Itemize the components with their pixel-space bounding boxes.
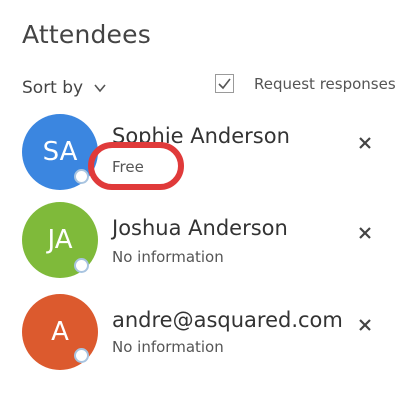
checkmark-icon — [218, 78, 231, 90]
presence-icon — [74, 348, 89, 363]
attendee-row: SA Sophie Anderson Free — [0, 112, 419, 202]
presence-icon — [74, 169, 89, 184]
request-responses-toggle[interactable]: Request responses — [215, 74, 396, 93]
attendee-row: A andre@asquared.com No information — [0, 294, 419, 384]
close-icon[interactable] — [356, 224, 374, 242]
attendee-status: No information — [112, 338, 224, 356]
page-title: Attendees — [22, 20, 151, 49]
avatar-initials: JA — [47, 225, 73, 255]
avatar-initials: SA — [42, 137, 78, 167]
attendee-status: No information — [112, 248, 224, 266]
close-icon[interactable] — [356, 134, 374, 152]
attendee-row: JA Joshua Anderson No information — [0, 202, 419, 292]
avatar-initials: A — [51, 317, 69, 347]
sort-by-dropdown[interactable]: Sort by — [22, 78, 107, 98]
attendee-name[interactable]: Sophie Anderson — [112, 124, 290, 148]
attendee-name[interactable]: andre@asquared.com — [112, 308, 343, 332]
attendee-name[interactable]: Joshua Anderson — [112, 216, 288, 240]
chevron-down-icon — [94, 84, 106, 93]
presence-icon — [74, 258, 89, 273]
close-icon[interactable] — [356, 316, 374, 334]
request-responses-label: Request responses — [254, 74, 396, 93]
attendee-status: Free — [112, 158, 144, 176]
request-responses-checkbox[interactable] — [215, 74, 234, 93]
sort-by-label: Sort by — [22, 78, 84, 98]
